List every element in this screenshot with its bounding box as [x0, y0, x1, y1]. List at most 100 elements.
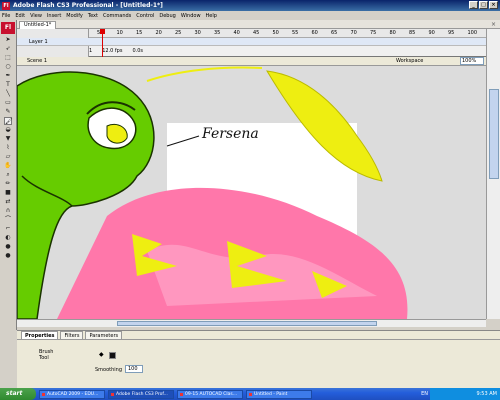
brush-size-icon[interactable]: ● — [4, 243, 12, 251]
scene-label[interactable]: Scene 1 — [27, 58, 47, 64]
maximize-button[interactable]: □ — [479, 1, 488, 9]
fill-color-swatch[interactable] — [109, 352, 116, 359]
menu-insert[interactable]: Insert — [47, 13, 61, 19]
title-bar: Fl Adobe Flash CS3 Professional - [Untit… — [0, 0, 500, 11]
horizontal-scrollbar[interactable] — [17, 319, 486, 327]
frame-number: 10 — [116, 30, 123, 36]
zoom-icon[interactable]: ⌕ — [4, 171, 12, 179]
menu-view[interactable]: View — [30, 13, 42, 19]
lasso-icon[interactable]: ○ — [4, 63, 12, 71]
properties-panel: Properties Filters Parameters Brush Tool… — [17, 330, 500, 388]
language-indicator[interactable]: EN — [421, 388, 428, 400]
vertical-scrollbar[interactable] — [486, 29, 500, 319]
frame-number: 95 — [448, 30, 455, 36]
task-paint[interactable]: Untitled - Paint — [246, 389, 312, 399]
playhead[interactable] — [100, 29, 105, 57]
stage-canvas[interactable]: Fersena — [17, 66, 486, 319]
layer-row[interactable]: Layer 1 — [17, 38, 500, 46]
free-transform-icon[interactable]: ⬚ — [4, 54, 12, 62]
menu-edit[interactable]: Edit — [15, 13, 25, 19]
text-icon[interactable]: T — [4, 81, 12, 89]
signature-text: Fersena — [201, 126, 259, 142]
yellow-thin-stroke — [146, 66, 263, 82]
snap-icon[interactable]: ∩ — [4, 207, 12, 215]
close-button[interactable]: × — [489, 1, 498, 9]
paint-bucket-icon: ◆ — [99, 351, 104, 358]
timeline-status: 1 12.0 fps 0.0s — [89, 48, 389, 56]
stroke-color-icon[interactable]: ✏ — [4, 180, 12, 188]
line-icon[interactable]: ╲ — [4, 90, 12, 98]
edit-bar: Scene 1 Workspace 100% — [17, 57, 486, 66]
frame-number: 100 — [467, 30, 478, 36]
pen-icon[interactable]: ✒ — [4, 72, 12, 80]
paint-bucket-icon[interactable]: ▼ — [4, 135, 12, 143]
timeline-panel: 5 10 15 20 25 30 35 40 45 50 55 60 65 70 75 80 85 90 95 100… — [17, 29, 500, 57]
tool-list: ➤ ➶ ⬚ ○ ✒ T ╲ ▭ ✎ 🖌 ◒ ▼ ⌇ ▱ ✋ ⌕ ✏ ■ ⇄ ∩ ⌒ ⌐ ◐ ● ● — [0, 36, 16, 260]
frame-number: 30 — [194, 30, 201, 36]
vertical-scroll-thumb[interactable] — [489, 89, 499, 179]
zoom-select[interactable]: 100% — [460, 57, 484, 65]
document-tabs: Untitled-1* × — [17, 20, 500, 29]
arrow-icon[interactable]: ➤ — [4, 36, 12, 44]
close-document-icon[interactable]: × — [491, 21, 496, 28]
ink-bottle-icon[interactable]: ◒ — [4, 126, 12, 134]
menu-text[interactable]: Text — [88, 13, 98, 19]
tab-properties[interactable]: Properties — [21, 331, 59, 339]
frame-number: 65 — [331, 30, 338, 36]
menu-modify[interactable]: Modify — [66, 13, 83, 19]
menu-help[interactable]: Help — [206, 13, 217, 19]
frame-number: 45 — [253, 30, 260, 36]
flash-logo: Fl — [1, 22, 15, 34]
layer-name[interactable]: Layer 1 — [29, 39, 48, 45]
frame-ruler[interactable]: 5 10 15 20 25 30 35 40 45 50 55 60 65 70 75 80 85 90 95 100… — [89, 29, 500, 38]
document-tab[interactable]: Untitled-1* — [19, 21, 57, 29]
workspace-menu[interactable]: Workspace — [396, 58, 423, 64]
minimize-button[interactable]: _ — [469, 1, 478, 9]
subselect-icon[interactable]: ➶ — [4, 45, 12, 53]
task-flash[interactable]: Adobe Flash CS3 Prof... — [108, 389, 174, 399]
smoothing-label: Smoothing — [95, 367, 123, 373]
eraser-icon[interactable]: ▱ — [4, 153, 12, 161]
swap-colors-icon[interactable]: ⇄ — [4, 198, 12, 206]
start-button[interactable]: start — [0, 388, 36, 400]
elapsed-time: 0.0s — [132, 48, 144, 54]
pencil-icon[interactable]: ✎ — [4, 108, 12, 116]
brush-tool-label: Brush Tool — [39, 349, 54, 361]
menu-window[interactable]: Window — [181, 13, 201, 19]
frame-number: 50 — [272, 30, 279, 36]
tab-filters[interactable]: Filters — [60, 331, 84, 339]
frame-number: 20 — [155, 30, 162, 36]
smooth-icon[interactable]: ⌒ — [4, 216, 12, 224]
frame-number: 15 — [136, 30, 143, 36]
task-autocad-class[interactable]: 09-15 AUTOCAD Clas... — [177, 389, 243, 399]
frame-number: 70 — [350, 30, 357, 36]
frame-number: 80 — [389, 30, 396, 36]
smoothing-input[interactable]: 100 — [125, 365, 143, 373]
brush-icon[interactable]: 🖌 — [4, 117, 13, 125]
taskbar: start AutoCAD 2009 - EDU... Adobe Flash … — [0, 388, 500, 400]
fill-color-icon[interactable]: ■ — [4, 189, 12, 197]
straighten-icon[interactable]: ⌐ — [4, 225, 12, 233]
frame-number: 55 — [292, 30, 299, 36]
properties-tabs: Properties Filters Parameters — [17, 331, 500, 340]
menu-commands[interactable]: Commands — [103, 13, 131, 19]
brush-shape-icon[interactable]: ● — [4, 252, 12, 260]
rectangle-icon[interactable]: ▭ — [4, 99, 12, 107]
tab-parameters[interactable]: Parameters — [85, 331, 123, 339]
menu-debug[interactable]: Debug — [159, 13, 175, 19]
brush-mode-icon[interactable]: ◐ — [4, 234, 12, 242]
frame-number: 75 — [370, 30, 377, 36]
menu-file[interactable]: File — [2, 13, 10, 19]
frame-number: 40 — [233, 30, 240, 36]
menu-bar: File Edit View Insert Modify Text Comman… — [0, 11, 500, 20]
frame-number: 35 — [214, 30, 221, 36]
horizontal-scroll-thumb[interactable] — [117, 321, 377, 326]
window-controls: _ □ × — [469, 1, 498, 9]
frame-rate: 12.0 fps — [102, 48, 123, 54]
menu-control[interactable]: Control — [136, 13, 154, 19]
frame-number: 90 — [428, 30, 435, 36]
eyedropper-icon[interactable]: ⌇ — [4, 144, 12, 152]
current-frame: 1 — [89, 48, 93, 54]
hand-icon[interactable]: ✋ — [4, 162, 12, 170]
task-autocad[interactable]: AutoCAD 2009 - EDU... — [39, 389, 105, 399]
